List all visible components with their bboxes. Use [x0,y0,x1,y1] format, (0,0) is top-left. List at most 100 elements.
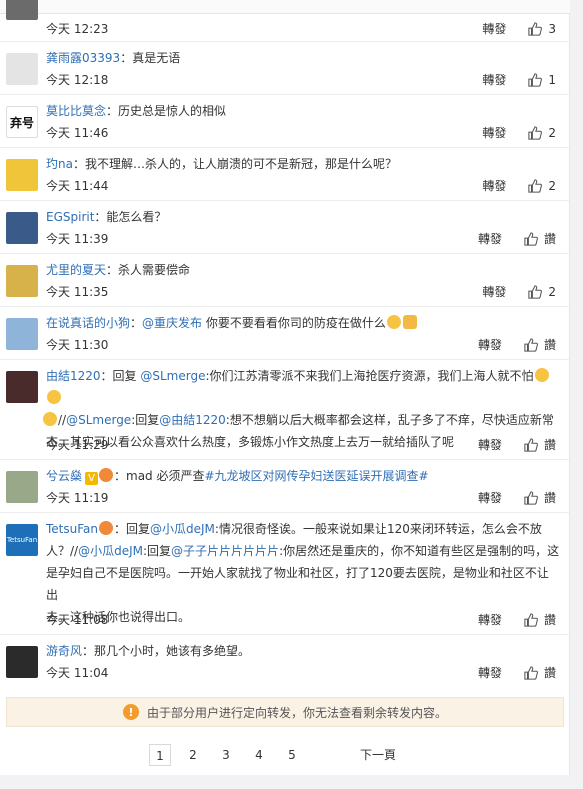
user-name[interactable]: TetsuFan [46,522,98,536]
user-name[interactable]: 在说真话的小狗 [46,316,130,330]
warning-icon: ! [122,704,139,720]
comment-time: 今天 11:08 [46,613,109,627]
like-button[interactable]: 讚 [524,336,556,353]
repost-button[interactable]: 轉發 [478,489,502,506]
like-button[interactable]: 讚 [524,489,556,506]
thumb-up-icon [528,284,543,299]
avatar[interactable]: 弃号 [6,106,38,138]
comment-item: 尤里的夏天：杀人需要偿命 今天 11:35 轉發 2 [0,254,570,307]
repost-button[interactable]: 轉發 [478,336,502,353]
like-button[interactable]: 讚 [524,436,556,453]
verified-badge-icon: V [85,472,99,485]
page-2[interactable]: 2 [182,744,204,766]
like-button[interactable]: 2 [528,179,556,193]
mention-link[interactable]: @由結1220 [159,413,226,427]
page-3[interactable]: 3 [215,744,237,766]
mention-link[interactable]: @小瓜deJM [78,544,143,558]
like-count: 2 [548,284,556,299]
avatar[interactable] [6,212,38,244]
comment-time: 今天 11:35 [46,285,109,299]
comment-text: ：那几个小时，她该有多绝望。 [82,644,251,658]
comment-item: 玓na：我不理解…杀人的，让人崩溃的可不是新冠，那是什么呢？ 今天 11:44 … [0,148,570,201]
like-button[interactable]: 3 [528,22,556,36]
thumbs-up-emoji-icon [402,315,417,329]
user-name[interactable]: 尤里的夏天 [46,263,106,277]
repost-button[interactable]: 轉發 [478,611,502,628]
like-button[interactable]: 2 [528,126,556,140]
repost-button[interactable]: 轉發 [482,124,506,141]
comment-item: 弃号 莫比比莫念：历史总是惊人的相似 今天 11:46 轉發 2 [0,95,570,148]
avatar[interactable] [6,646,38,678]
avatar[interactable]: TetsuFan [6,524,38,556]
like-count: 1 [548,72,556,87]
page-5[interactable]: 5 [281,744,303,766]
comment-text: ：回复 [100,369,141,383]
user-name[interactable]: EGSpirit [46,210,94,224]
user-name[interactable]: 游奇风 [46,644,82,658]
repost-button[interactable]: 轉發 [478,664,502,681]
like-button[interactable]: 2 [528,285,556,299]
repost-button[interactable]: 轉發 [482,177,506,194]
repost-button[interactable]: 轉發 [482,283,506,300]
like-label: 讚 [543,666,556,680]
comment-text: ：回复 [114,522,151,536]
mention-link[interactable]: @SLmerge [66,413,131,427]
comment-text: ：杀人需要偿命 [106,263,191,277]
topic-link[interactable]: #九龙坡区对网传孕妇送医延误开展调查# [205,469,429,483]
comment-time: 今天 11:44 [46,179,109,193]
comment-text: :回复 [143,544,172,558]
thumb-up-icon [524,490,538,505]
comment-item: 在说真话的小狗：@重庆发布 你要不要看看你司的防疫在做什么 今天 11:30 轉… [0,307,570,360]
thumb-up-icon [524,437,538,452]
user-name[interactable]: 龚雨露03393 [46,51,120,65]
comment-text: 是孕妇自己不是医院吗。一开始人家就找了物业和社区，打了120要去医院，是物业和社… [46,566,549,602]
user-name[interactable]: 玓na [46,157,73,171]
mention-link[interactable]: @子子片片片片片片 [171,544,279,558]
comment-time: 今天 11:19 [46,491,109,505]
repost-button[interactable]: 轉發 [478,436,502,453]
thumb-up-icon [528,178,543,193]
repost-button[interactable]: 轉發 [482,71,506,88]
comment-text: 人？// [46,544,79,558]
comment-time: 今天 11:29 [46,438,109,452]
pagination: 1 2 3 4 5 下一頁 [0,738,570,772]
emoji-icon [43,412,57,426]
like-label: 讚 [543,232,556,246]
like-button[interactable]: 讚 [524,611,556,628]
like-button[interactable]: 1 [528,73,556,87]
avatar[interactable] [6,471,38,503]
thumb-up-icon [528,125,543,140]
like-count: 2 [548,178,556,193]
comment-item: 龚雨露03393：真是无语 今天 12:18 轉發 1 [0,42,570,95]
comment-time: 今天 11:46 [46,126,109,140]
avatar[interactable] [6,53,38,85]
comment-time: 今天 11:30 [46,338,109,352]
repost-button[interactable]: 轉發 [482,20,506,37]
avatar[interactable] [6,0,38,20]
mention-link[interactable]: @SLmerge [140,369,205,383]
avatar[interactable] [6,371,38,403]
thumb-up-icon [524,231,538,246]
like-label: 讚 [543,338,556,352]
user-name[interactable]: 由結1220 [46,369,101,383]
repost-button[interactable]: 轉發 [478,230,502,247]
next-page-button[interactable]: 下一頁 [360,744,396,766]
comment-text: :回复 [131,413,160,427]
thumb-up-icon [524,665,538,680]
avatar[interactable] [6,318,38,350]
like-button[interactable]: 讚 [524,230,556,247]
like-label: 讚 [543,613,556,627]
mention-link[interactable]: @重庆发布 [142,316,202,330]
comment-text: ：历史总是惊人的相似 [106,104,227,118]
thumb-up-icon [528,72,543,87]
like-button[interactable]: 讚 [524,664,556,681]
comment-item: 今天 12:23 轉發 3 [0,0,570,42]
page-1[interactable]: 1 [149,744,171,766]
avatar[interactable] [6,159,38,191]
avatar[interactable] [6,265,38,297]
page-4[interactable]: 4 [248,744,270,766]
user-name[interactable]: 莫比比莫念 [46,104,106,118]
user-name[interactable]: 兮云燊 [46,469,82,483]
comment-text: ：能怎么看？ [94,210,167,224]
mention-link[interactable]: @小瓜deJM [150,522,215,536]
